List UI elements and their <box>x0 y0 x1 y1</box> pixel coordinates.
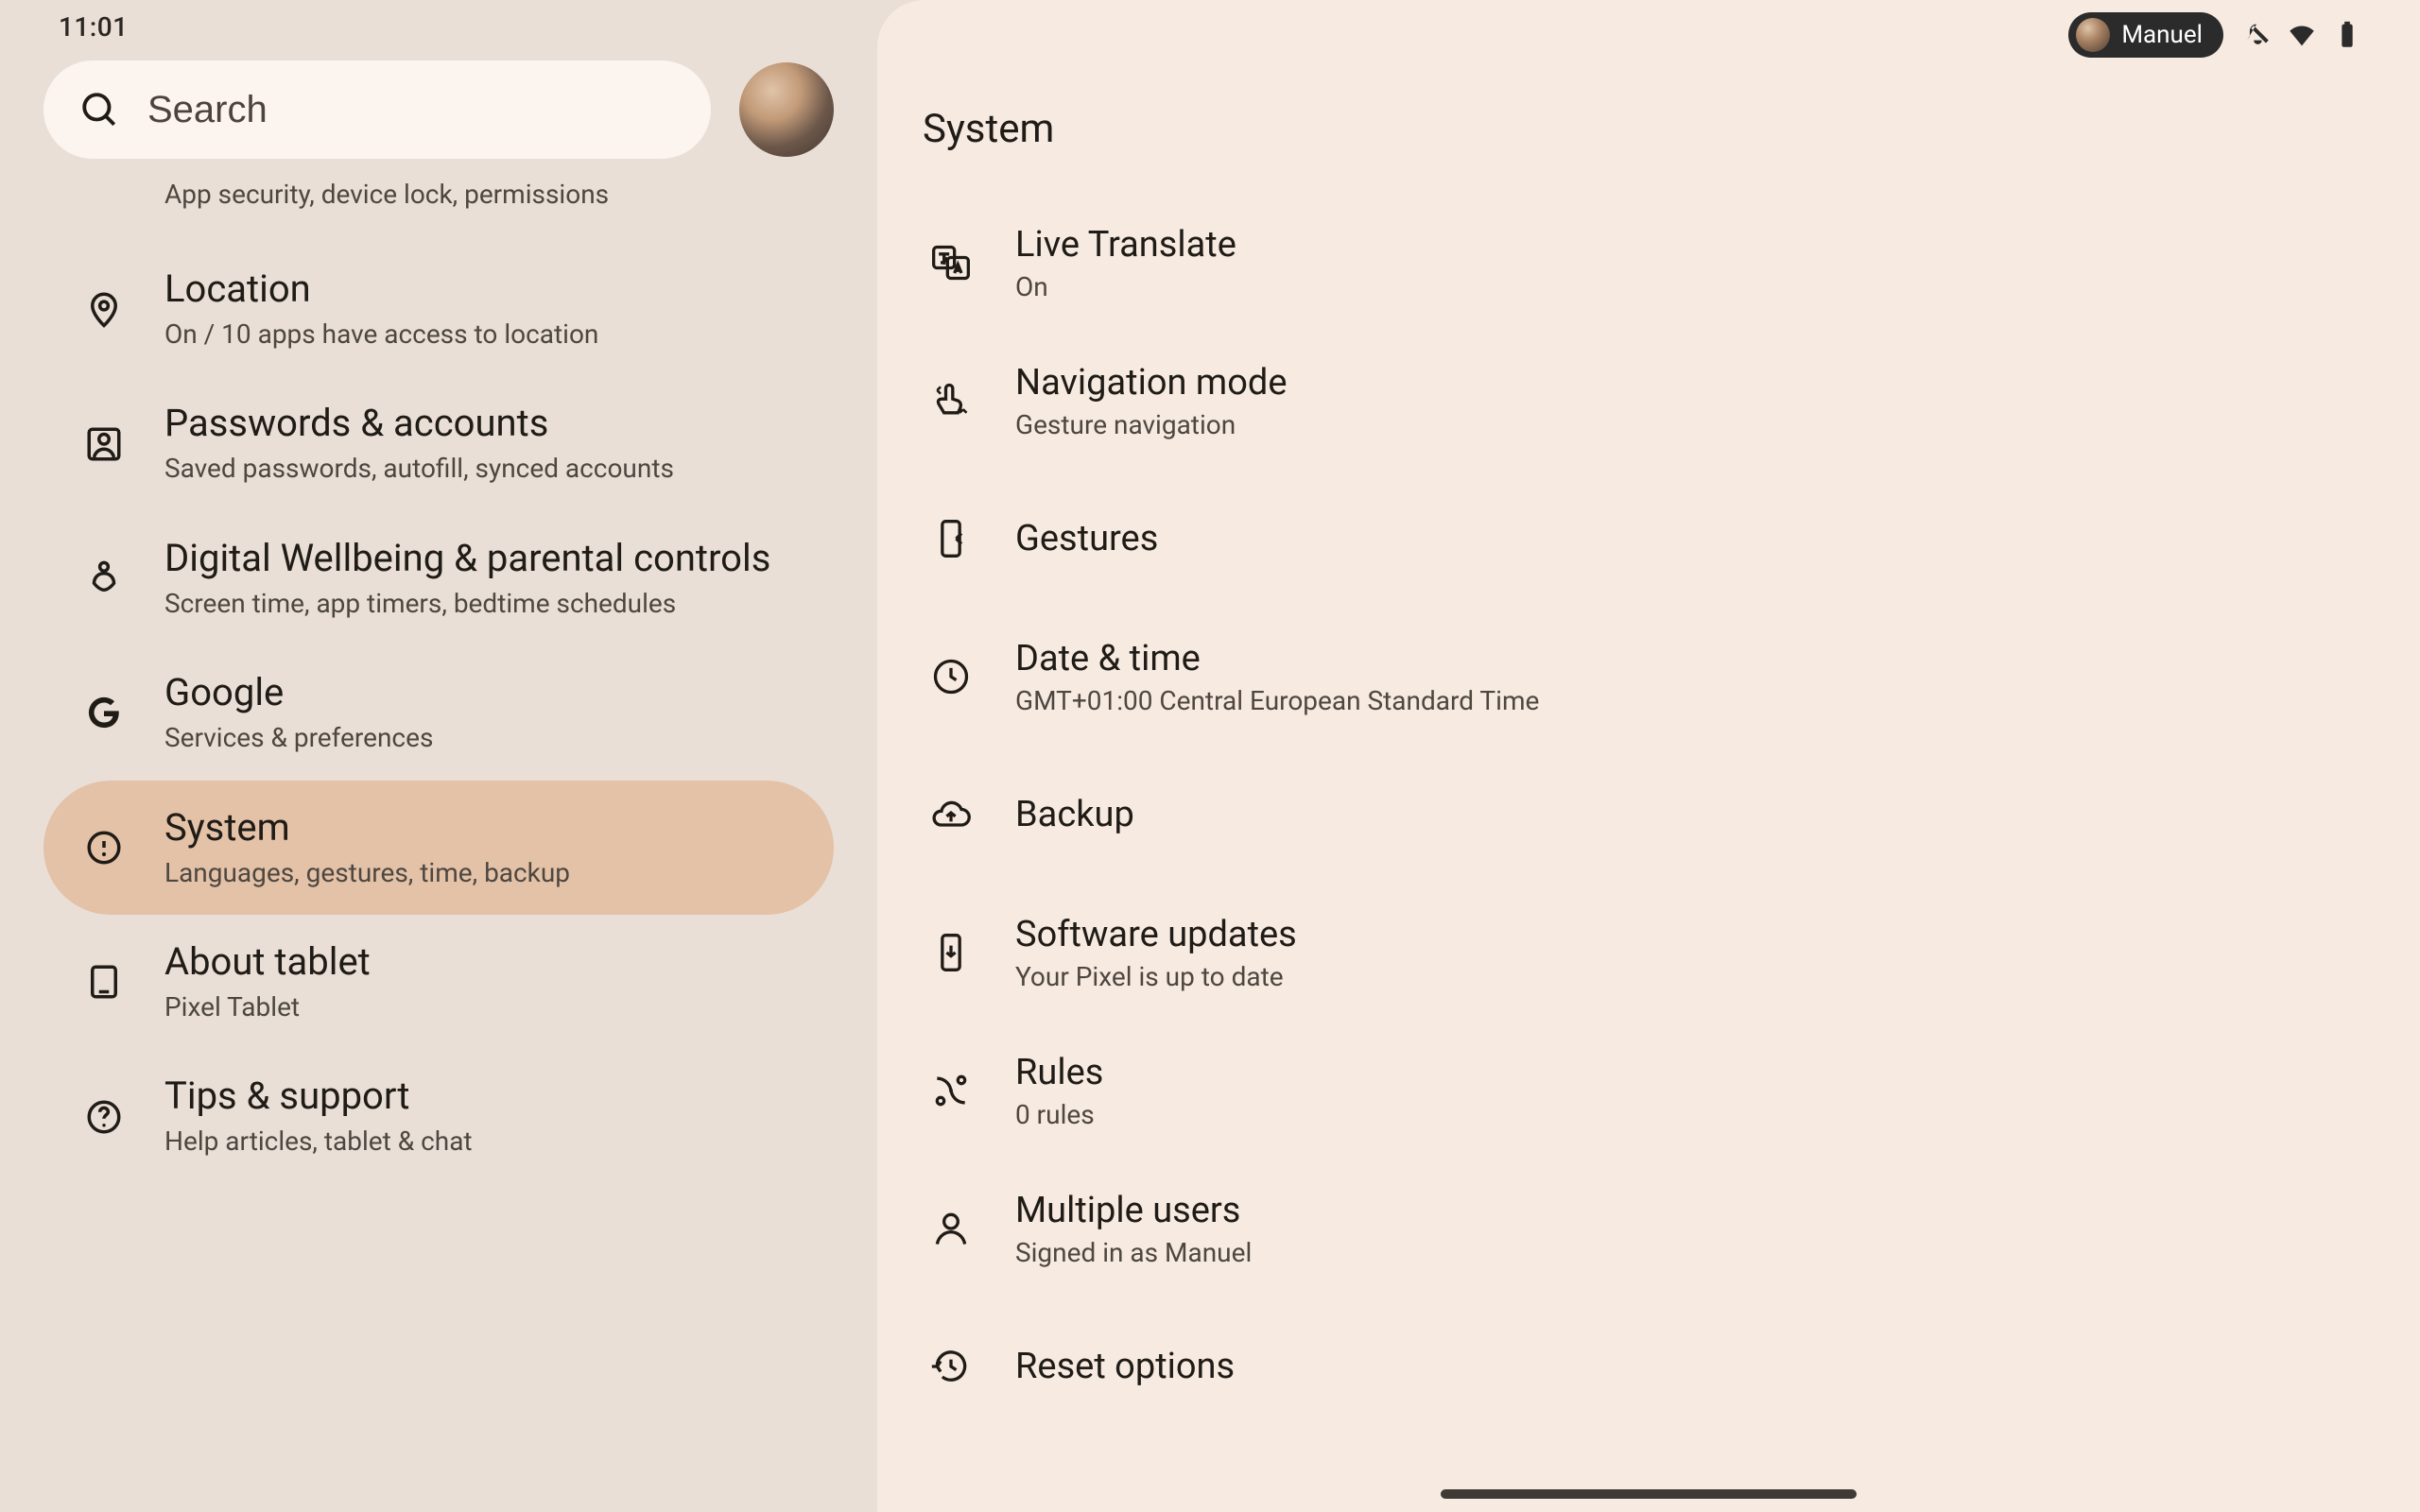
cloud-upload-icon <box>928 792 974 837</box>
wellbeing-icon <box>81 556 127 601</box>
rules-icon <box>928 1068 974 1113</box>
nav-sub: Screen time, app timers, bedtime schedul… <box>164 587 770 621</box>
system-icon <box>81 825 127 870</box>
nav-item-security[interactable]: App security, device lock, permissions <box>43 172 834 242</box>
wifi-icon <box>2286 19 2318 51</box>
mute-icon <box>2240 19 2273 51</box>
detail-item-backup[interactable]: Backup <box>915 746 2382 884</box>
detail-header: System <box>877 60 2420 194</box>
nav-sub: Services & preferences <box>164 721 433 755</box>
user-chip[interactable]: Manuel <box>2068 12 2223 58</box>
nav-title: Google <box>164 670 433 715</box>
nav-sub: App security, device lock, permissions <box>164 178 609 212</box>
detail-item-reset-options[interactable]: Reset options <box>915 1297 2382 1435</box>
status-icons <box>2240 19 2363 51</box>
d-title: Gestures <box>1015 518 1158 559</box>
settings-detail-pane: Manuel System <box>877 0 2420 1512</box>
settings-nav-list: App security, device lock, permissions L… <box>0 172 877 1512</box>
nav-sub: Saved passwords, autofill, synced accoun… <box>164 452 674 486</box>
d-sub: GMT+01:00 Central European Standard Time <box>1015 685 1539 716</box>
person-icon <box>928 1206 974 1251</box>
d-title: Navigation mode <box>1015 362 1288 404</box>
clock-icon <box>928 654 974 699</box>
nav-item-wellbeing[interactable]: Digital Wellbeing & parental controls Sc… <box>43 511 834 645</box>
nav-sub: Languages, gestures, time, backup <box>164 856 570 890</box>
d-title: Live Translate <box>1015 224 1236 266</box>
d-title: Software updates <box>1015 914 1297 955</box>
user-chip-avatar <box>2076 18 2110 52</box>
detail-item-rules[interactable]: Rules 0 rules <box>915 1022 2382 1160</box>
user-chip-name: Manuel <box>2121 21 2203 49</box>
gesture-nav-handle[interactable] <box>1441 1489 1857 1499</box>
d-sub: 0 rules <box>1015 1099 1103 1130</box>
d-sub: Signed in as Manuel <box>1015 1237 1252 1268</box>
nav-title: About tablet <box>164 939 371 985</box>
nav-title: Tips & support <box>164 1074 473 1119</box>
translate-icon <box>928 240 974 285</box>
nav-item-tips[interactable]: Tips & support Help articles, tablet & c… <box>43 1049 834 1183</box>
detail-item-navigation-mode[interactable]: Navigation mode Gesture navigation <box>915 332 2382 470</box>
nav-title: Passwords & accounts <box>164 401 674 446</box>
d-title: Reset options <box>1015 1346 1235 1387</box>
system-update-icon <box>928 930 974 975</box>
nav-item-google[interactable]: Google Services & preferences <box>43 645 834 780</box>
google-icon <box>81 690 127 735</box>
d-title: Backup <box>1015 794 1134 835</box>
nav-title: System <box>164 805 570 850</box>
nav-item-system[interactable]: System Languages, gestures, time, backup <box>43 781 834 915</box>
search-input[interactable] <box>147 89 675 131</box>
d-title: Date & time <box>1015 638 1539 679</box>
detail-item-live-translate[interactable]: Live Translate On <box>915 194 2382 332</box>
tablet-icon <box>81 959 127 1005</box>
search-icon <box>79 90 119 129</box>
security-icon <box>81 172 127 217</box>
nav-sub: On / 10 apps have access to location <box>164 318 598 352</box>
status-time: 11:01 <box>0 0 877 47</box>
nav-sub: Help articles, tablet & chat <box>164 1125 473 1159</box>
detail-list: Live Translate On Navigation mode Gestur… <box>877 194 2420 1512</box>
nav-sub: Pixel Tablet <box>164 990 371 1024</box>
d-title: Multiple users <box>1015 1190 1252 1231</box>
detail-item-gestures[interactable]: Gestures <box>915 470 2382 608</box>
passwords-icon <box>81 421 127 467</box>
nav-item-location[interactable]: Location On / 10 apps have access to loc… <box>43 242 834 376</box>
battery-icon <box>2331 19 2363 51</box>
status-bar-right: Manuel <box>877 0 2420 60</box>
settings-left-pane: 11:01 App security, device lock, permiss… <box>0 0 877 1512</box>
swipe-icon <box>928 378 974 423</box>
location-icon <box>81 286 127 332</box>
nav-title: Digital Wellbeing & parental controls <box>164 536 770 581</box>
d-sub: On <box>1015 271 1236 302</box>
search-row <box>0 47 877 172</box>
nav-item-passwords[interactable]: Passwords & accounts Saved passwords, au… <box>43 376 834 510</box>
d-title: Rules <box>1015 1052 1103 1093</box>
profile-avatar[interactable] <box>739 62 834 157</box>
nav-title: Location <box>164 266 598 312</box>
detail-item-date-time[interactable]: Date & time GMT+01:00 Central European S… <box>915 608 2382 746</box>
d-sub: Your Pixel is up to date <box>1015 961 1297 992</box>
d-sub: Gesture navigation <box>1015 409 1288 440</box>
nav-item-about[interactable]: About tablet Pixel Tablet <box>43 915 834 1049</box>
gestures-icon <box>928 516 974 561</box>
restore-icon <box>928 1344 974 1389</box>
detail-item-multiple-users[interactable]: Multiple users Signed in as Manuel <box>915 1160 2382 1297</box>
search-bar[interactable] <box>43 60 711 159</box>
help-icon <box>81 1094 127 1140</box>
detail-item-software-updates[interactable]: Software updates Your Pixel is up to dat… <box>915 884 2382 1022</box>
